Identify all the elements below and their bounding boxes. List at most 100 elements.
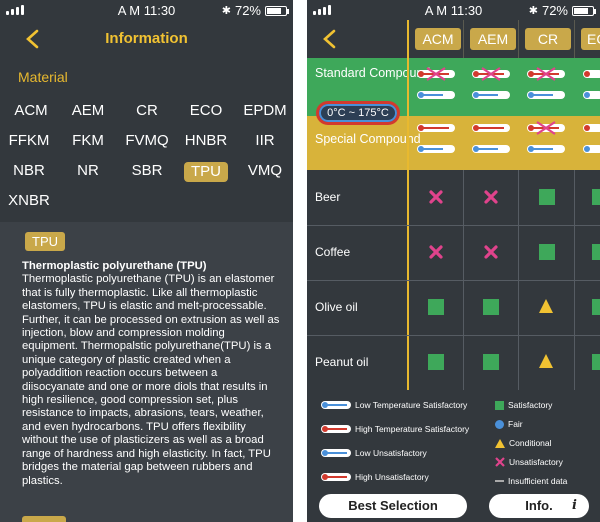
column-divider bbox=[574, 170, 575, 390]
status-bar: A M 11:30 ✱ 72% bbox=[0, 0, 293, 20]
cross-overlay-icon bbox=[536, 121, 556, 135]
bluetooth-icon: ✱ bbox=[528, 5, 538, 17]
best-selection-button[interactable]: Best Selection bbox=[319, 494, 467, 518]
satisfactory-icon[interactable] bbox=[592, 189, 600, 205]
legend-high-unsat: High Unsatisfactory bbox=[321, 472, 429, 482]
high-temp-thermometer-icon bbox=[321, 425, 351, 433]
info-button[interactable]: Info. i bbox=[489, 494, 589, 518]
column-divider bbox=[574, 20, 575, 58]
information-screen: A M 11:30 ✱ 72% Information Material ACM… bbox=[0, 0, 293, 522]
nav-bar: Information bbox=[0, 20, 293, 58]
satisfactory-icon[interactable] bbox=[592, 244, 600, 260]
insufficient-dash-icon bbox=[495, 480, 504, 482]
unsatisfactory-icon[interactable] bbox=[483, 189, 499, 205]
legend-unsatisfactory: Unsatisfactory bbox=[495, 457, 563, 467]
column-divider bbox=[518, 170, 519, 390]
detail-heading: Thermoplastic polyurethane (TPU) bbox=[22, 260, 207, 272]
row-label: Beer bbox=[315, 190, 341, 204]
material-item[interactable]: SBR bbox=[118, 161, 176, 181]
next-badge bbox=[22, 516, 66, 522]
unsatisfactory-x-icon bbox=[495, 457, 505, 467]
legend-conditional: Conditional bbox=[495, 438, 552, 448]
page-title: Information bbox=[105, 30, 188, 47]
conditional-triangle-icon bbox=[495, 438, 505, 448]
legend-satisfactory: Satisfactory bbox=[495, 400, 552, 410]
back-chevron-icon[interactable] bbox=[319, 28, 341, 50]
low-temp-satisfactory-icon bbox=[472, 145, 510, 153]
status-bar: A M 11:30 ✱ 72% bbox=[307, 0, 600, 20]
satisfactory-icon[interactable] bbox=[428, 354, 444, 370]
unsatisfactory-icon[interactable] bbox=[428, 189, 444, 205]
material-item-selected[interactable]: TPU bbox=[184, 162, 228, 182]
low-temp-satisfactory-icon bbox=[472, 91, 510, 99]
material-item[interactable]: ECO bbox=[177, 101, 235, 121]
fair-circle-icon bbox=[495, 419, 504, 429]
column-header[interactable]: ACM bbox=[415, 28, 461, 50]
material-item[interactable]: FKM bbox=[59, 131, 117, 151]
unsatisfactory-icon[interactable] bbox=[483, 244, 499, 260]
row-label: Olive oil bbox=[315, 300, 358, 314]
row-label: Coffee bbox=[315, 245, 351, 259]
low-temp-satisfactory-icon bbox=[417, 91, 455, 99]
material-detail-panel: TPU Thermoplastic polyurethane (TPU) The… bbox=[0, 222, 293, 522]
satisfactory-icon[interactable] bbox=[483, 354, 499, 370]
high-temp-satisfactory-icon bbox=[472, 124, 510, 132]
detail-text: Thermoplastic polyurethane (TPU) Thermop… bbox=[22, 260, 283, 488]
legend-fair: Fair bbox=[495, 419, 523, 429]
satisfactory-icon[interactable] bbox=[592, 299, 600, 315]
column-header[interactable]: AEM bbox=[470, 28, 516, 50]
material-item[interactable]: XNBR bbox=[0, 191, 58, 211]
bluetooth-icon: ✱ bbox=[221, 5, 231, 17]
battery-percent: 72% bbox=[541, 3, 568, 18]
column-divider bbox=[463, 170, 464, 390]
compatibility-screen: A M 11:30 ✱ 72% ACM AEM CR EC Standard C… bbox=[307, 0, 600, 522]
row-divider bbox=[307, 280, 600, 281]
info-icon: i bbox=[572, 498, 577, 513]
material-item[interactable]: NBR bbox=[0, 161, 58, 181]
low-temp-satisfactory-icon bbox=[527, 145, 565, 153]
row-label: Peanut oil bbox=[315, 355, 369, 369]
material-item[interactable]: FFKM bbox=[0, 131, 58, 151]
material-item[interactable]: CR bbox=[118, 101, 176, 121]
material-item[interactable]: EPDM bbox=[236, 101, 293, 121]
material-item[interactable]: FVMQ bbox=[118, 131, 176, 151]
high-temp-satisfactory-icon bbox=[417, 124, 455, 132]
conditional-icon[interactable] bbox=[538, 298, 554, 314]
column-header[interactable]: EC bbox=[581, 28, 600, 50]
battery-percent: 72% bbox=[234, 3, 261, 18]
column-divider bbox=[463, 20, 464, 58]
satisfactory-icon[interactable] bbox=[539, 189, 555, 205]
low-unsat-thermometer-icon bbox=[321, 449, 351, 457]
section-label-material: Material bbox=[18, 69, 68, 85]
low-temp-thermometer-icon bbox=[321, 401, 351, 409]
satisfactory-icon[interactable] bbox=[428, 299, 444, 315]
material-item[interactable]: NR bbox=[59, 161, 117, 181]
legend-low-unsat: Low Unsatisfactory bbox=[321, 448, 427, 458]
cross-overlay-icon bbox=[426, 67, 446, 81]
satisfactory-icon[interactable] bbox=[592, 354, 600, 370]
satisfactory-square-icon bbox=[495, 400, 504, 410]
cross-overlay-icon bbox=[536, 67, 556, 81]
material-item[interactable]: HNBR bbox=[177, 131, 235, 151]
high-temp-icon bbox=[583, 124, 600, 132]
material-item[interactable]: ACM bbox=[2, 101, 60, 121]
low-temp-satisfactory-icon bbox=[527, 91, 565, 99]
row-divider bbox=[307, 335, 600, 336]
unsatisfactory-icon[interactable] bbox=[428, 244, 444, 260]
high-temp-icon bbox=[583, 70, 600, 78]
temperature-range-badge[interactable]: 0°C ~ 175°C bbox=[316, 101, 400, 125]
legend-insufficient: Insufficient data bbox=[495, 476, 567, 486]
satisfactory-icon[interactable] bbox=[539, 244, 555, 260]
satisfactory-icon[interactable] bbox=[483, 299, 499, 315]
material-item[interactable]: AEM bbox=[59, 101, 117, 121]
column-header[interactable]: CR bbox=[525, 28, 571, 50]
row-divider bbox=[307, 225, 600, 226]
material-item[interactable]: IIR bbox=[236, 131, 293, 151]
material-item[interactable]: VMQ bbox=[236, 161, 293, 181]
low-temp-satisfactory-icon bbox=[417, 145, 455, 153]
conditional-icon[interactable] bbox=[538, 353, 554, 369]
detail-badge: TPU bbox=[25, 232, 65, 251]
column-divider bbox=[518, 20, 519, 58]
cross-overlay-icon bbox=[481, 67, 501, 81]
low-temp-icon bbox=[583, 145, 600, 153]
